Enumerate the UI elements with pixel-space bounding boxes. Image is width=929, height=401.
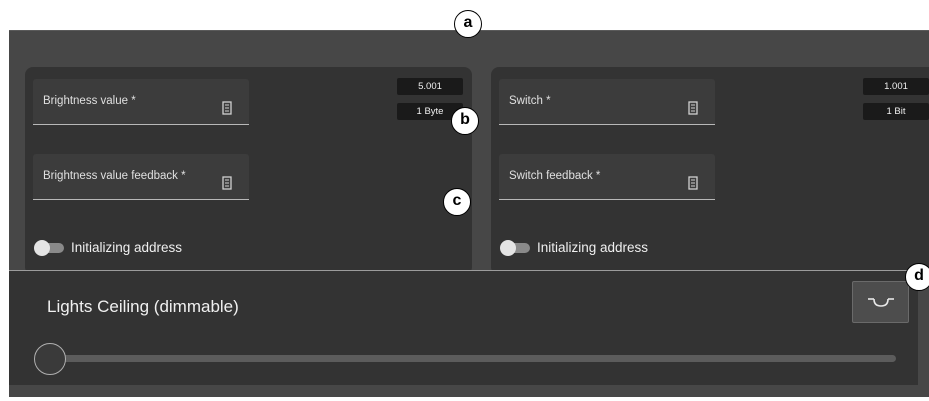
brightness-feedback-label: Brightness value feedback * [43, 170, 186, 182]
lights-ceiling-panel: Lights Ceiling (dimmable) [9, 270, 918, 385]
group-address-badge: 5.001 [397, 78, 463, 95]
marker-b: b [451, 107, 479, 135]
switch-feedback-field[interactable]: Switch feedback * [499, 154, 715, 200]
switch-toggle-button[interactable] [852, 281, 909, 323]
dimmer-slider-track[interactable] [37, 355, 896, 362]
switch-symbol-icon [868, 298, 894, 307]
document-icon[interactable] [222, 176, 232, 190]
brightness-value-label: Brightness value * [43, 95, 136, 107]
dimmer-slider-thumb[interactable] [34, 343, 66, 375]
switch-feedback-label: Switch feedback * [509, 170, 601, 182]
switch-label: Switch * [509, 95, 551, 107]
marker-c: c [443, 188, 471, 216]
marker-d: d [905, 263, 929, 291]
initializing-address-label: Initializing address [71, 240, 183, 255]
switch-field[interactable]: Switch * [499, 79, 715, 125]
document-icon[interactable] [688, 176, 698, 190]
initializing-address-toggle[interactable] [34, 240, 64, 256]
toggle-knob [500, 240, 516, 256]
document-icon[interactable] [222, 101, 232, 115]
initializing-address-toggle[interactable] [500, 240, 530, 256]
brightness-value-field[interactable]: Brightness value * [33, 79, 249, 125]
switch-card: Switch * Switch feedback * 1.001 1 Bit I… [491, 67, 929, 275]
datatype-badge: 1 Bit [863, 103, 929, 120]
lights-ceiling-title: Lights Ceiling (dimmable) [47, 297, 239, 316]
marker-a: a [454, 10, 482, 38]
group-address-badge: 1.001 [863, 78, 929, 95]
brightness-feedback-field[interactable]: Brightness value feedback * [33, 154, 249, 200]
configuration-area: Brightness value * Brightness value feed… [9, 30, 929, 397]
initializing-address-label: Initializing address [537, 240, 649, 255]
document-icon[interactable] [688, 101, 698, 115]
toggle-knob [34, 240, 50, 256]
brightness-card: Brightness value * Brightness value feed… [25, 67, 472, 275]
